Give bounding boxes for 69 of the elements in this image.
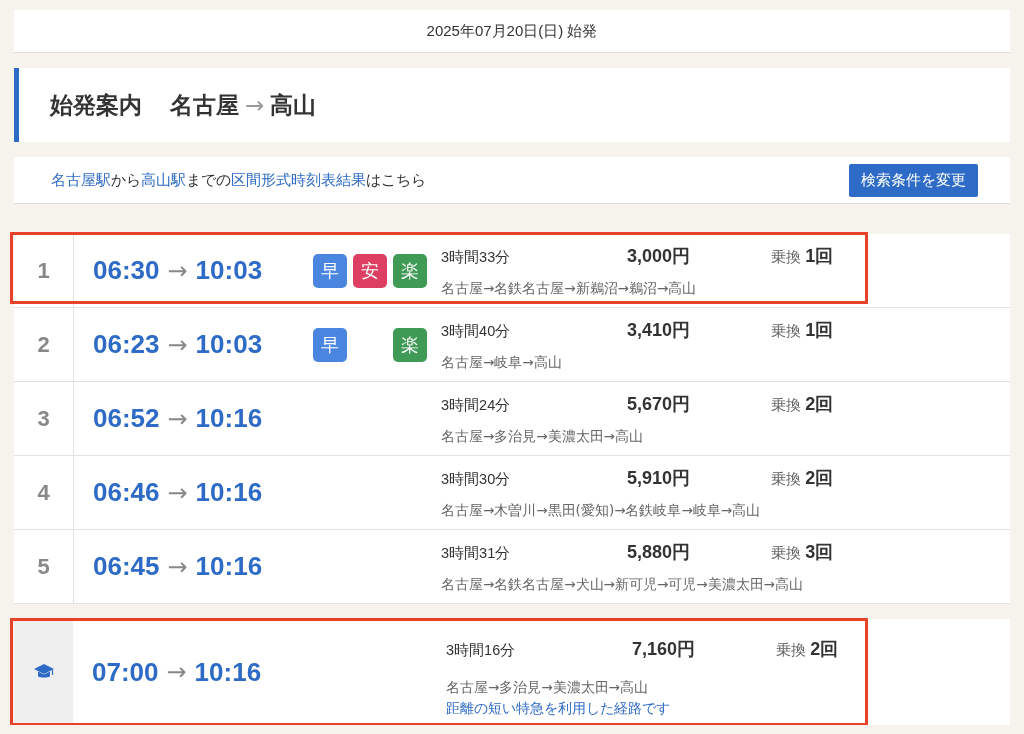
arrival-time: 10:16 [195, 551, 263, 582]
route-row[interactable]: 3 06:52 → 10:16 3時間24分 5,670円 乗換 2回 名古屋→多治見→美濃太田→高山 [14, 382, 1010, 456]
station-link[interactable]: 高山駅 [141, 171, 186, 188]
origin-station: 名古屋 [170, 90, 239, 120]
arrow-text: → [245, 92, 265, 118]
route-number: 1 [14, 234, 74, 307]
duration-text: 3時間24分 [441, 396, 512, 415]
departure-time: 07:00 [92, 656, 159, 688]
route-stations: 名古屋→木曽川→黒田(愛知)→名鉄岐阜→岐阜→高山 [441, 502, 762, 520]
sentence-text: から [111, 171, 141, 188]
arrow-text: → [167, 330, 188, 359]
duration-text: 3時間40分 [441, 322, 512, 341]
fare-text: 3,410円 [627, 319, 692, 342]
route-stations: 名古屋→名鉄名古屋→犬山→新可児→可児→美濃太田→高山 [441, 576, 804, 594]
route-row[interactable]: 4 06:46 → 10:16 3時間30分 5,910円 乗換 2回 名古屋→木曽川→黒田(愛知)→名鉄岐阜→岐阜→高山 [14, 456, 1010, 530]
destination-station: 高山 [270, 90, 317, 120]
sentence-text: までの [186, 171, 231, 188]
change-search-button[interactable]: 検索条件を変更 [849, 163, 978, 197]
fare-text: 5,670円 [627, 393, 692, 416]
departure-time: 06:23 [93, 329, 160, 360]
route-badge: 楽 [393, 253, 427, 288]
transfer-text: 乗換 2回 [771, 467, 834, 490]
transfer-text: 乗換 1回 [771, 245, 834, 268]
route-note: 距離の短い特急を利用した経路です [446, 700, 671, 718]
route-badge: 早 [313, 253, 347, 288]
arrow-text: → [167, 478, 188, 507]
route-badge: 安 [353, 253, 387, 288]
departure-time: 06:45 [93, 551, 160, 582]
departure-time: 06:52 [93, 403, 160, 434]
arrow-text: → [167, 256, 188, 285]
fare-text: 5,880円 [627, 541, 692, 564]
route-stations: 名古屋→多治見→美濃太田→高山 [446, 679, 649, 697]
arrival-time: 10:16 [195, 477, 263, 508]
fare-text: 5,910円 [627, 467, 692, 490]
arrival-time: 10:16 [194, 656, 262, 688]
sentence-text: はこちら [366, 171, 426, 188]
transfer-text: 乗換 2回 [776, 638, 839, 661]
station-link[interactable]: 名古屋駅 [51, 171, 111, 188]
route-stations: 名古屋→岐阜→高山 [441, 354, 563, 372]
route-row[interactable]: 5 06:45 → 10:16 3時間31分 5,880円 乗換 3回 名古屋→名鉄名古屋→犬山→新可児→可児→美濃太田→高山 [14, 530, 1010, 604]
duration-text: 3時間16分 [446, 641, 517, 660]
route-badge: 楽 [393, 327, 427, 362]
route-stations: 名古屋→名鉄名古屋→新鵜沼→鵜沼→高山 [441, 280, 698, 298]
page-title: 始発案内 [50, 90, 142, 120]
fare-text: 3,000円 [627, 245, 692, 268]
duration-text: 3時間31分 [441, 544, 512, 563]
arrow-text: → [167, 404, 188, 433]
duration-text: 3時間30分 [441, 470, 512, 489]
transfer-text: 乗換 3回 [771, 541, 834, 564]
route-row[interactable]: 2 06:23 → 10:03 早 楽 3時間40分 3,410円 乗換 1回 名古屋→岐阜→高山 [14, 308, 1010, 382]
route-stations: 名古屋→多治見→美濃太田→高山 [441, 428, 644, 446]
duration-text: 3時間33分 [441, 248, 512, 267]
station-link[interactable]: 区間形式時刻表結果 [231, 171, 366, 188]
route-number: 2 [14, 308, 74, 381]
arrow-text: → [167, 552, 188, 581]
route-number: 5 [14, 530, 74, 603]
transfer-text: 乗換 1回 [771, 319, 834, 342]
departure-time: 06:46 [93, 477, 160, 508]
route-number: 3 [14, 382, 74, 455]
arrival-time: 10:03 [195, 329, 263, 360]
route-number: 4 [14, 456, 74, 529]
arrival-time: 10:03 [195, 255, 263, 286]
departure-time: 06:30 [93, 255, 160, 286]
transfer-text: 乗換 2回 [771, 393, 834, 416]
date-header: 2025年07月20日(日) 始発 [14, 10, 1010, 53]
fare-text: 7,160円 [632, 638, 697, 661]
route-badge: 早 [313, 327, 347, 362]
arrow-text: → [166, 658, 187, 686]
arrival-time: 10:16 [195, 403, 263, 434]
